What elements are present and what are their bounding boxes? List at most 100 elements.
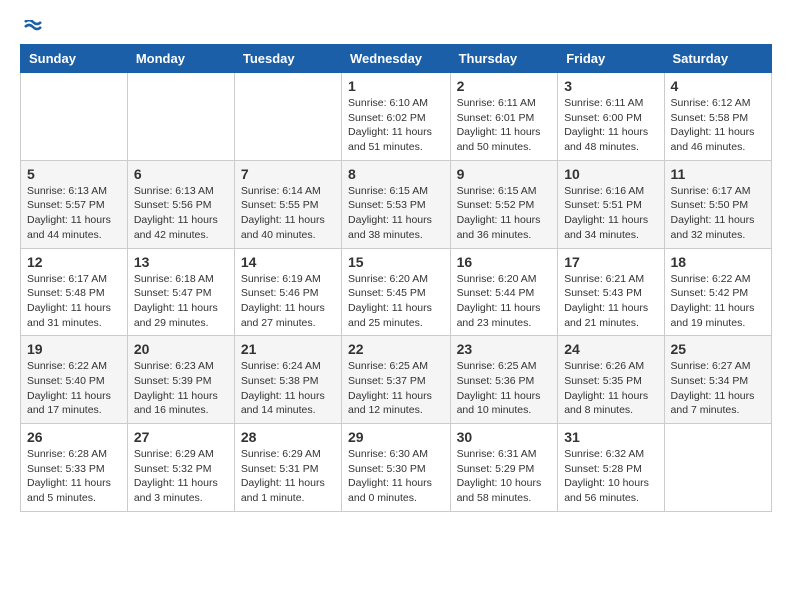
calendar-cell: 24 Sunrise: 6:26 AMSunset: 5:35 PMDayligh… — [558, 336, 664, 424]
calendar-week-3: 12Sunrise: 6:17 AMSunset: 5:48 PMDayligh… — [21, 248, 772, 336]
weekday-header-thursday: Thursday — [450, 45, 558, 73]
day-info: Sunrise: 6:23 AMSunset: 5:39 PMDaylight:… — [134, 359, 228, 418]
day-number: 17 — [564, 254, 657, 270]
day-number: 21 — [241, 341, 335, 357]
weekday-header-sunday: Sunday — [21, 45, 128, 73]
day-info: Sunrise: 6:11 AMSunset: 6:00 PMDaylight:… — [564, 96, 657, 155]
day-number: 18 — [671, 254, 765, 270]
calendar-cell: 30 Sunrise: 6:31 AMSunset: 5:29 PMDayligh… — [450, 424, 558, 512]
calendar-cell: 18Sunrise: 6:22 AMSunset: 5:42 PMDayligh… — [664, 248, 771, 336]
calendar-cell: 15 Sunrise: 6:20 AMSunset: 5:45 PMDayligh… — [342, 248, 451, 336]
calendar-week-1: 1 Sunrise: 6:10 AMSunset: 6:02 PMDaylight… — [21, 73, 772, 161]
calendar-cell — [234, 73, 341, 161]
day-info: Sunrise: 6:18 AMSunset: 5:47 PMDaylight:… — [134, 272, 228, 331]
day-info: Sunrise: 6:12 AMSunset: 5:58 PMDaylight:… — [671, 96, 765, 155]
logo — [20, 20, 44, 34]
day-info: Sunrise: 6:30 AMSunset: 5:30 PMDaylight:… — [348, 447, 444, 506]
day-number: 3 — [564, 78, 657, 94]
day-number: 13 — [134, 254, 228, 270]
day-number: 22 — [348, 341, 444, 357]
day-number: 27 — [134, 429, 228, 445]
day-info: Sunrise: 6:10 AMSunset: 6:02 PMDaylight:… — [348, 96, 444, 155]
calendar-cell — [664, 424, 771, 512]
day-info: Sunrise: 6:29 AMSunset: 5:31 PMDaylight:… — [241, 447, 335, 506]
calendar-cell: 10 Sunrise: 6:16 AMSunset: 5:51 PMDayligh… — [558, 160, 664, 248]
calendar-cell: 3 Sunrise: 6:11 AMSunset: 6:00 PMDaylight… — [558, 73, 664, 161]
day-info: Sunrise: 6:32 AMSunset: 5:28 PMDaylight:… — [564, 447, 657, 506]
day-info: Sunrise: 6:19 AMSunset: 5:46 PMDaylight:… — [241, 272, 335, 331]
day-info: Sunrise: 6:20 AMSunset: 5:44 PMDaylight:… — [457, 272, 552, 331]
day-info: Sunrise: 6:25 AMSunset: 5:36 PMDaylight:… — [457, 359, 552, 418]
calendar-cell: 12Sunrise: 6:17 AMSunset: 5:48 PMDayligh… — [21, 248, 128, 336]
day-number: 9 — [457, 166, 552, 182]
day-number: 5 — [27, 166, 121, 182]
day-info: Sunrise: 6:25 AMSunset: 5:37 PMDaylight:… — [348, 359, 444, 418]
weekday-header-monday: Monday — [127, 45, 234, 73]
calendar-cell: 28 Sunrise: 6:29 AMSunset: 5:31 PMDayligh… — [234, 424, 341, 512]
calendar-cell: 1 Sunrise: 6:10 AMSunset: 6:02 PMDaylight… — [342, 73, 451, 161]
day-number: 31 — [564, 429, 657, 445]
day-info: Sunrise: 6:22 AMSunset: 5:40 PMDaylight:… — [27, 359, 121, 418]
day-number: 26 — [27, 429, 121, 445]
calendar-cell: 17Sunrise: 6:21 AMSunset: 5:43 PMDayligh… — [558, 248, 664, 336]
day-info: Sunrise: 6:29 AMSunset: 5:32 PMDaylight:… — [134, 447, 228, 506]
day-number: 24 — [564, 341, 657, 357]
day-info: Sunrise: 6:26 AMSunset: 5:35 PMDaylight:… — [564, 359, 657, 418]
calendar-week-2: 5Sunrise: 6:13 AMSunset: 5:57 PMDaylight… — [21, 160, 772, 248]
day-info: Sunrise: 6:28 AMSunset: 5:33 PMDaylight:… — [27, 447, 121, 506]
page-header — [20, 20, 772, 34]
day-number: 29 — [348, 429, 444, 445]
day-number: 14 — [241, 254, 335, 270]
day-number: 16 — [457, 254, 552, 270]
calendar-cell: 13 Sunrise: 6:18 AMSunset: 5:47 PMDayligh… — [127, 248, 234, 336]
day-number: 19 — [27, 341, 121, 357]
calendar-cell: 26 Sunrise: 6:28 AMSunset: 5:33 PMDayligh… — [21, 424, 128, 512]
calendar-cell: 16 Sunrise: 6:20 AMSunset: 5:44 PMDayligh… — [450, 248, 558, 336]
calendar-cell: 5Sunrise: 6:13 AMSunset: 5:57 PMDaylight… — [21, 160, 128, 248]
day-info: Sunrise: 6:31 AMSunset: 5:29 PMDaylight:… — [457, 447, 552, 506]
day-number: 10 — [564, 166, 657, 182]
day-info: Sunrise: 6:16 AMSunset: 5:51 PMDaylight:… — [564, 184, 657, 243]
calendar-cell: 4Sunrise: 6:12 AMSunset: 5:58 PMDaylight… — [664, 73, 771, 161]
calendar-cell: 29 Sunrise: 6:30 AMSunset: 5:30 PMDayligh… — [342, 424, 451, 512]
day-info: Sunrise: 6:27 AMSunset: 5:34 PMDaylight:… — [671, 359, 765, 418]
weekday-header-saturday: Saturday — [664, 45, 771, 73]
weekday-header-row: SundayMondayTuesdayWednesdayThursdayFrid… — [21, 45, 772, 73]
calendar-week-5: 26 Sunrise: 6:28 AMSunset: 5:33 PMDayligh… — [21, 424, 772, 512]
day-number: 30 — [457, 429, 552, 445]
day-number: 28 — [241, 429, 335, 445]
calendar-cell: 27 Sunrise: 6:29 AMSunset: 5:32 PMDayligh… — [127, 424, 234, 512]
day-number: 8 — [348, 166, 444, 182]
day-info: Sunrise: 6:14 AMSunset: 5:55 PMDaylight:… — [241, 184, 335, 243]
day-info: Sunrise: 6:15 AMSunset: 5:53 PMDaylight:… — [348, 184, 444, 243]
day-number: 20 — [134, 341, 228, 357]
day-number: 25 — [671, 341, 765, 357]
logo-icon — [21, 20, 43, 38]
calendar-cell: 11 Sunrise: 6:17 AMSunset: 5:50 PMDayligh… — [664, 160, 771, 248]
calendar-cell: 2Sunrise: 6:11 AMSunset: 6:01 PMDaylight… — [450, 73, 558, 161]
day-number: 15 — [348, 254, 444, 270]
calendar-cell: 23Sunrise: 6:25 AMSunset: 5:36 PMDayligh… — [450, 336, 558, 424]
day-number: 6 — [134, 166, 228, 182]
day-number: 11 — [671, 166, 765, 182]
calendar-cell — [127, 73, 234, 161]
day-info: Sunrise: 6:11 AMSunset: 6:01 PMDaylight:… — [457, 96, 552, 155]
calendar-cell: 20 Sunrise: 6:23 AMSunset: 5:39 PMDayligh… — [127, 336, 234, 424]
day-number: 1 — [348, 78, 444, 94]
day-number: 7 — [241, 166, 335, 182]
day-info: Sunrise: 6:15 AMSunset: 5:52 PMDaylight:… — [457, 184, 552, 243]
calendar-cell: 9 Sunrise: 6:15 AMSunset: 5:52 PMDaylight… — [450, 160, 558, 248]
calendar-cell: 25 Sunrise: 6:27 AMSunset: 5:34 PMDayligh… — [664, 336, 771, 424]
weekday-header-wednesday: Wednesday — [342, 45, 451, 73]
day-info: Sunrise: 6:13 AMSunset: 5:56 PMDaylight:… — [134, 184, 228, 243]
calendar-cell: 19 Sunrise: 6:22 AMSunset: 5:40 PMDayligh… — [21, 336, 128, 424]
day-info: Sunrise: 6:17 AMSunset: 5:50 PMDaylight:… — [671, 184, 765, 243]
calendar-cell: 7 Sunrise: 6:14 AMSunset: 5:55 PMDaylight… — [234, 160, 341, 248]
calendar-cell: 14 Sunrise: 6:19 AMSunset: 5:46 PMDayligh… — [234, 248, 341, 336]
calendar-cell: 8 Sunrise: 6:15 AMSunset: 5:53 PMDaylight… — [342, 160, 451, 248]
calendar-week-4: 19 Sunrise: 6:22 AMSunset: 5:40 PMDayligh… — [21, 336, 772, 424]
calendar-cell — [21, 73, 128, 161]
day-info: Sunrise: 6:24 AMSunset: 5:38 PMDaylight:… — [241, 359, 335, 418]
day-info: Sunrise: 6:20 AMSunset: 5:45 PMDaylight:… — [348, 272, 444, 331]
calendar-cell: 21 Sunrise: 6:24 AMSunset: 5:38 PMDayligh… — [234, 336, 341, 424]
